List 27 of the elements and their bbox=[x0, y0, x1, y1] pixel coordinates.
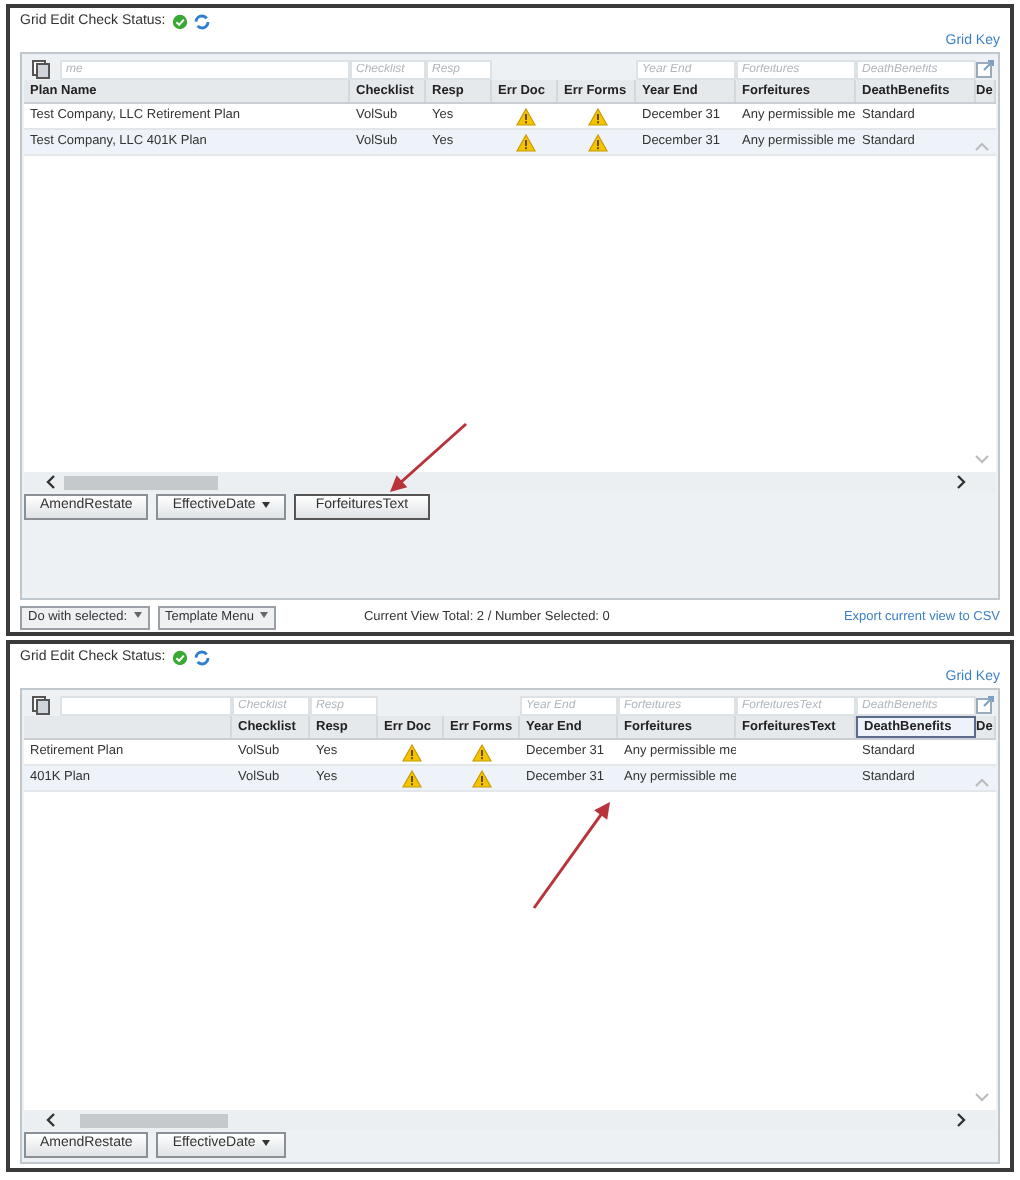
warning-icon bbox=[515, 133, 535, 151]
scrollbar-thumb[interactable] bbox=[80, 1113, 228, 1127]
warning-icon bbox=[472, 769, 492, 787]
warning-icon bbox=[401, 769, 421, 787]
scroll-right-icon bbox=[954, 1112, 968, 1128]
filter-field[interactable] bbox=[60, 695, 232, 715]
refresh-icon bbox=[193, 650, 210, 666]
scroll-up-icon bbox=[974, 140, 990, 152]
check-icon bbox=[171, 14, 188, 30]
warning-icon bbox=[401, 743, 421, 761]
scroll-down-icon bbox=[974, 454, 990, 466]
popout-icon bbox=[976, 696, 994, 714]
refresh-icon bbox=[193, 14, 210, 30]
scroll-left-icon bbox=[44, 474, 58, 490]
scroll-down-icon bbox=[974, 1092, 990, 1104]
scroll-up-icon bbox=[974, 776, 990, 788]
arrow bbox=[390, 422, 467, 492]
popout-icon bbox=[976, 60, 994, 78]
scroll-right-icon bbox=[954, 474, 968, 490]
warning-icon bbox=[587, 133, 607, 151]
scroll-left-icon bbox=[44, 1112, 58, 1128]
arrow bbox=[532, 802, 610, 909]
check-icon bbox=[171, 650, 188, 666]
scrollbar-thumb[interactable] bbox=[64, 475, 218, 489]
warning-icon bbox=[472, 743, 492, 761]
warning-icon bbox=[515, 107, 535, 125]
warning-icon bbox=[587, 107, 607, 125]
